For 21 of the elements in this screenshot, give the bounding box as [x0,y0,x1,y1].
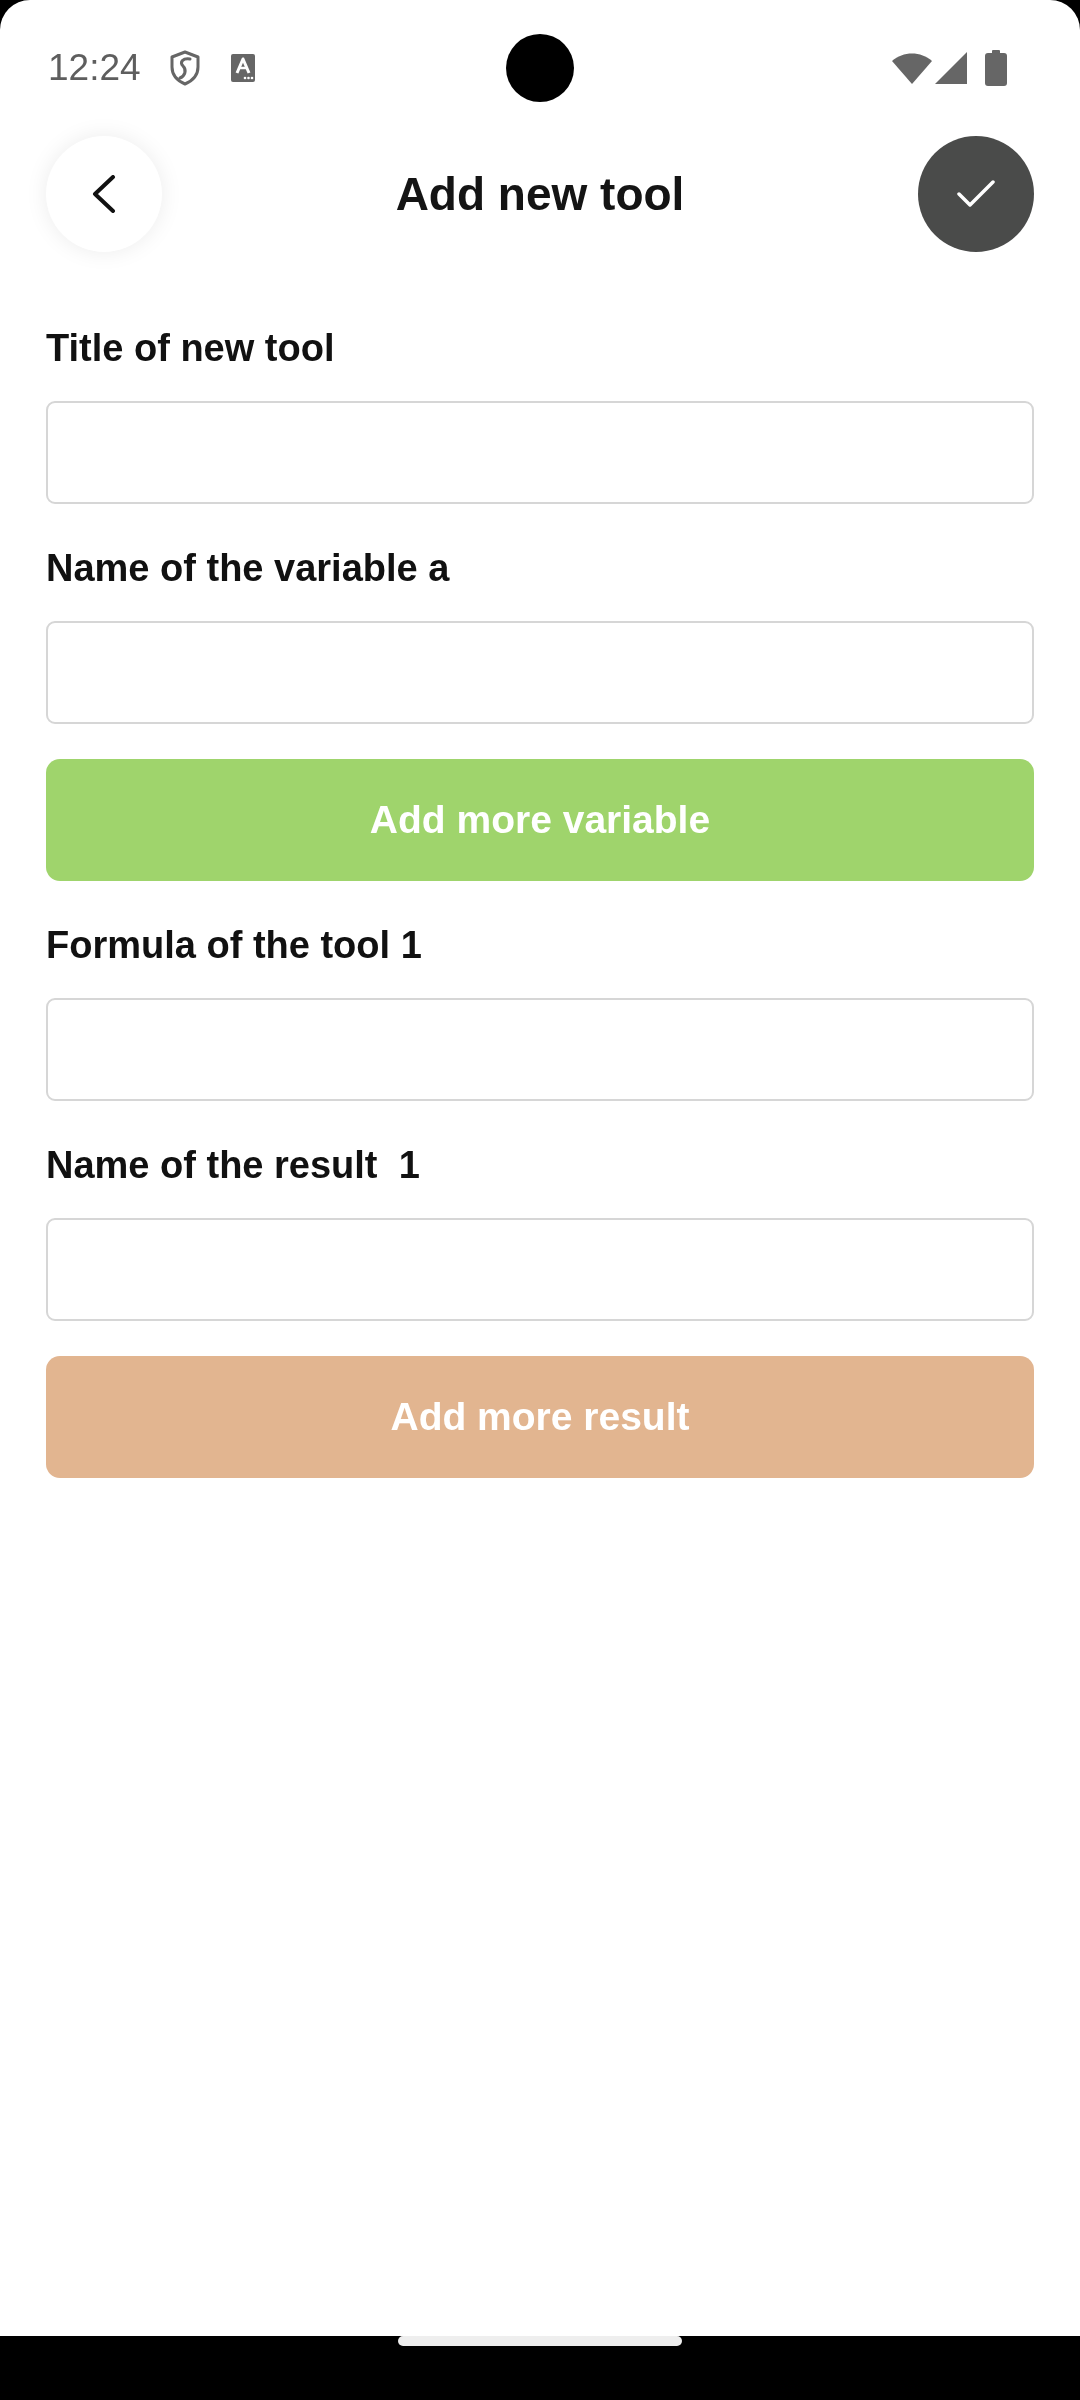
field-label: Name of the variable a [46,546,450,591]
home-handle[interactable] [398,2336,682,2346]
signal-icon [935,52,967,84]
add-button[interactable]: Add more variable [46,759,1034,881]
chevron-left-icon [92,175,116,213]
text-input-field[interactable] [46,621,1034,724]
text-input-field[interactable] [46,1218,1034,1321]
shield-icon [168,50,201,86]
field-label: Title of new tool [46,326,335,371]
text-input-field[interactable] [46,998,1034,1101]
battery-icon [985,50,1007,86]
camera-dot-icon [506,34,574,102]
status-time: 12:24 [48,46,141,90]
wifi-icon [892,52,932,84]
checkmark-icon [957,180,995,208]
page-title: Add new tool [394,167,686,222]
font-icon [230,54,255,82]
text-input-field[interactable] [46,401,1034,504]
field-label: Name of the result 1 [46,1143,420,1188]
field-label: Formula of the tool 1 [46,923,422,968]
add-button[interactable]: Add more result [46,1356,1034,1478]
